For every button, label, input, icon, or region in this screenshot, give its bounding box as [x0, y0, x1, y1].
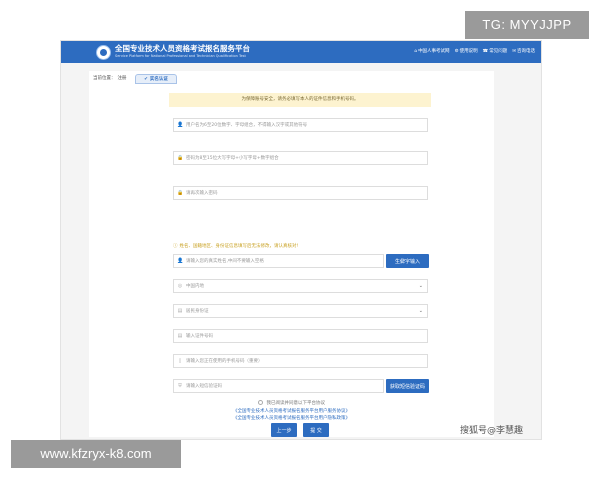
- confirm-password-field[interactable]: 🔒 请再次输入密码: [173, 186, 428, 200]
- nav-item-hotline[interactable]: ✉ 咨询电话: [512, 48, 535, 55]
- site-header: 全国专业技术人员资格考试报名服务平台 Service Platform for …: [61, 41, 541, 63]
- lock-icon: 🔒: [177, 155, 184, 161]
- password-placeholder: 密码为8至15位大写字母+小写字母+数字组合: [186, 156, 279, 161]
- nav-label: 使用说明: [459, 49, 478, 54]
- chat-icon: ✉: [512, 48, 516, 54]
- nav-label: 咨询电话: [517, 49, 535, 54]
- id-type-value: 居民身份证: [186, 309, 209, 314]
- id-card-icon: ▤: [177, 333, 183, 339]
- breadcrumb-prefix: 当前位置：: [93, 76, 116, 81]
- tag-overlay-top: TG: MYYJJPP: [465, 11, 589, 39]
- phone-placeholder: 请输入您正在使用的手机号码（重要）: [186, 359, 263, 364]
- real-name-field[interactable]: 👤 请输入您的真实姓名,中间不要输入空格: [173, 254, 384, 268]
- tag-overlay-bottom: www.kfzryx-k8.com: [11, 440, 181, 468]
- identity-warning: ⓘ 姓名、国籍地区、身份证信息填写后无法修改，请认真核对!: [173, 243, 298, 249]
- rare-char-button[interactable]: 生僻字输入: [386, 254, 429, 268]
- username-placeholder: 用户名为6至20位数字、字母组合，不得输入汉字或其他符号: [186, 123, 308, 128]
- phone-field[interactable]: ▯ 请输入您正在使用的手机号码（重要）: [173, 354, 428, 368]
- prev-step-button[interactable]: 上一步: [271, 423, 297, 437]
- top-nav: ⌂ 中国人事考试网 ⚙ 使用说明 ☎ 常见问题 ✉ 咨询电话: [414, 48, 535, 55]
- agree-radio[interactable]: [258, 400, 264, 405]
- nav-item-faq[interactable]: ☎ 常见问题: [482, 48, 508, 55]
- info-icon: ⓘ: [173, 244, 178, 249]
- check-icon: ✔: [144, 76, 148, 82]
- id-number-placeholder: 输入证件号码: [186, 334, 213, 339]
- agreement-text: 我已阅读并同意以下平台协议: [266, 401, 325, 406]
- user-agreement-link[interactable]: 《全国专业技术人员资格考试报名服务平台用户服务协议》: [89, 408, 494, 414]
- id-card-icon: ▤: [177, 308, 183, 314]
- site-subtitle: Service Platform for National Profession…: [115, 54, 246, 58]
- notice-banner: 为保障账号安全，请务必填写本人的证件信息和手机号码。: [169, 93, 431, 107]
- user-icon: 👤: [177, 258, 184, 264]
- privacy-policy-link[interactable]: 《全国专业技术人员资格考试报名服务平台用户隐私政策》: [89, 415, 494, 421]
- home-icon: ⌂: [414, 48, 418, 54]
- sms-code-field[interactable]: ⛨ 请输入短信验证码: [173, 379, 384, 393]
- screenshot-stage: TG: MYYJJPP 全国专业技术人员资格考试报名服务平台 Service P…: [0, 0, 600, 480]
- lock-icon: 🔒: [177, 190, 184, 196]
- user-icon: 👤: [177, 122, 184, 128]
- breadcrumb: 当前位置： 注册: [93, 75, 127, 81]
- shield-icon: ⛨: [178, 383, 182, 389]
- phone-icon: ☎: [482, 48, 489, 54]
- chevron-down-icon: ⌄: [418, 308, 423, 314]
- mobile-icon: ▯: [178, 358, 182, 364]
- sms-placeholder: 请输入短信验证码: [186, 384, 222, 389]
- username-field[interactable]: 👤 用户名为6至20位数字、字母组合，不得输入汉字或其他符号: [173, 118, 428, 132]
- registration-panel: 当前位置： 注册 ✔ 实名认证 为保障账号安全，请务必填写本人的证件信息和手机号…: [89, 71, 494, 437]
- id-number-field[interactable]: ▤ 输入证件号码: [173, 329, 428, 343]
- nav-label: 常见问题: [489, 49, 508, 54]
- watermark: 搜狐号@李慧趣: [460, 426, 524, 436]
- location-icon: ◎: [177, 283, 183, 289]
- get-sms-code-button[interactable]: 获取短信验证码: [386, 379, 429, 393]
- country-select[interactable]: ◎ 中国内地 ⌄: [173, 279, 428, 293]
- country-value: 中国内地: [186, 284, 204, 289]
- id-type-select[interactable]: ▤ 居民身份证 ⌄: [173, 304, 428, 318]
- nav-item-exam-site[interactable]: ⌂ 中国人事考试网: [414, 48, 450, 55]
- chevron-down-icon: ⌄: [418, 283, 423, 289]
- logo-icon: [96, 45, 111, 60]
- nav-item-instructions[interactable]: ⚙ 使用说明: [454, 48, 478, 55]
- submit-button[interactable]: 提 交: [303, 423, 329, 437]
- nav-label: 中国人事考试网: [418, 49, 450, 54]
- password-field[interactable]: 🔒 密码为8至15位大写字母+小写字母+数字组合: [173, 151, 428, 165]
- gear-icon: ⚙: [454, 48, 459, 54]
- browser-frame: 全国专业技术人员资格考试报名服务平台 Service Platform for …: [60, 40, 542, 440]
- step-label: 实名认证: [149, 77, 168, 82]
- step-badge: ✔ 实名认证: [135, 74, 177, 84]
- name-placeholder: 请输入您的真实姓名,中间不要输入空格: [186, 259, 264, 264]
- site-title: 全国专业技术人员资格考试报名服务平台: [115, 44, 250, 53]
- warning-text: 姓名、国籍地区、身份证信息填写后无法修改，请认真核对!: [179, 244, 299, 249]
- agreement-row[interactable]: 我已阅读并同意以下平台协议: [89, 400, 494, 406]
- breadcrumb-current: 注册: [117, 76, 127, 81]
- confirm-placeholder: 请再次输入密码: [186, 191, 218, 196]
